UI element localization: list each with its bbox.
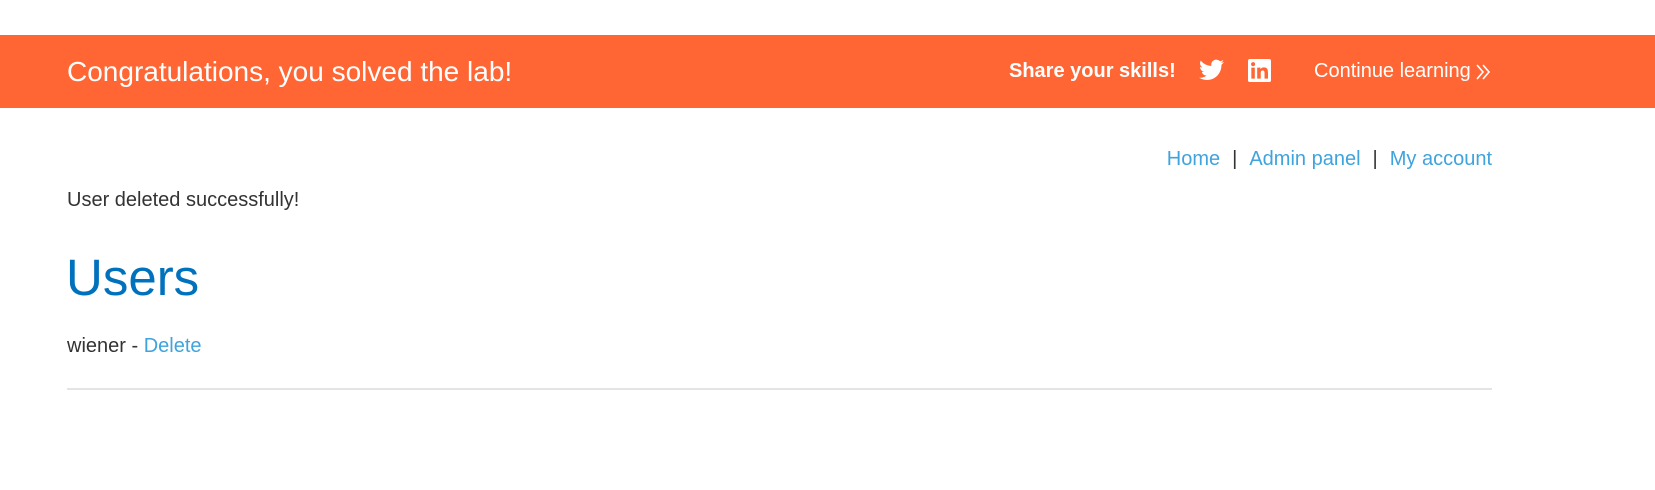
lab-solved-banner: Congratulations, you solved the lab! Sha… [0, 35, 1655, 108]
continue-learning-label: Continue learning [1314, 60, 1471, 82]
delete-user-link[interactable]: Delete [144, 335, 202, 357]
user-name: wiener [67, 335, 126, 357]
nav-link-home[interactable]: Home [1167, 148, 1220, 170]
nav-separator: | [1372, 148, 1378, 170]
continue-learning-link[interactable]: Continue learning [1314, 59, 1491, 83]
banner-title: Congratulations, you solved the lab! [67, 56, 513, 87]
share-skills-label: Share your skills! [1009, 60, 1176, 82]
nav-link-admin-panel[interactable]: Admin panel [1249, 148, 1360, 170]
twitter-icon[interactable] [1199, 59, 1224, 81]
status-message: User deleted successfully! [67, 189, 300, 211]
divider [67, 388, 1492, 390]
top-navigation: Home | Admin panel | My account [1167, 147, 1492, 171]
page-title: Users [66, 249, 200, 306]
page: Congratulations, you solved the lab! Sha… [0, 0, 1655, 490]
double-chevron-right-icon [1475, 63, 1491, 81]
linkedin-icon[interactable] [1248, 59, 1271, 82]
user-separator: - [125, 335, 144, 357]
nav-separator: | [1232, 148, 1238, 170]
nav-link-my-account[interactable]: My account [1390, 148, 1492, 170]
list-item: wiener - Delete [67, 334, 202, 358]
